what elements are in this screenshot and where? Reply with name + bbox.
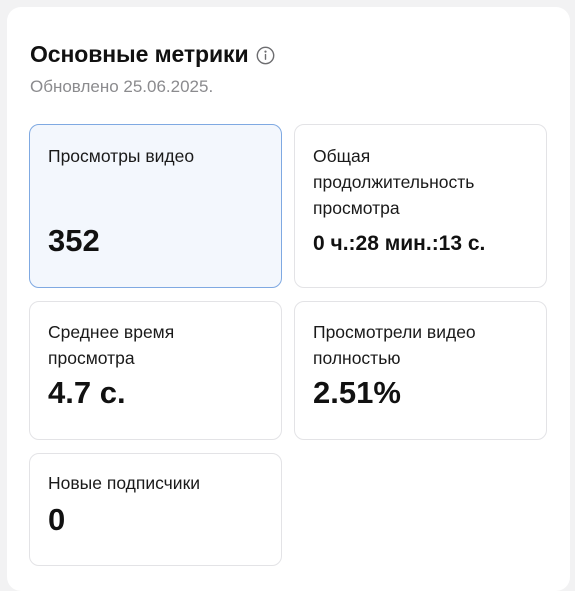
metric-card-new-subscribers[interactable]: Новые подписчики 0 [29, 453, 282, 566]
metric-card-average-watch-time[interactable]: Среднее время просмотра 4.7 с. [29, 301, 282, 440]
metric-card-video-views[interactable]: Просмотры видео 352 [29, 124, 282, 288]
panel-header: Основные метрики Обновлено 25.06.2025. [30, 40, 275, 97]
updated-date: Обновлено 25.06.2025. [30, 77, 214, 96]
metric-label: Новые подписчики [48, 473, 201, 493]
info-circle-icon[interactable] [256, 46, 275, 65]
metric-label: Просмотры видео [48, 146, 195, 166]
metric-value: 0 [48, 502, 66, 537]
metric-card-completion-rate[interactable]: Просмотрели видео полностью 2.51% [294, 301, 547, 440]
panel-title: Основные метрики [30, 41, 249, 67]
metric-value: 2.51% [313, 375, 401, 410]
metric-value: 0 ч.:28 мин.:13 с. [313, 232, 486, 255]
metrics-panel: Основные метрики Обновлено 25.06.2025. П… [7, 7, 570, 591]
metric-label: Просмотрели видео полностью [313, 322, 476, 368]
metric-value: 352 [48, 223, 100, 258]
metric-label: Среднее время просмотра [48, 322, 175, 368]
metric-value: 4.7 с. [48, 375, 126, 410]
metric-label: Общая продолжительность просмотра [313, 146, 475, 218]
metric-card-total-watch-time[interactable]: Общая продолжительность просмотра 0 ч.:2… [294, 124, 547, 288]
title-row: Основные метрики [30, 40, 275, 68]
